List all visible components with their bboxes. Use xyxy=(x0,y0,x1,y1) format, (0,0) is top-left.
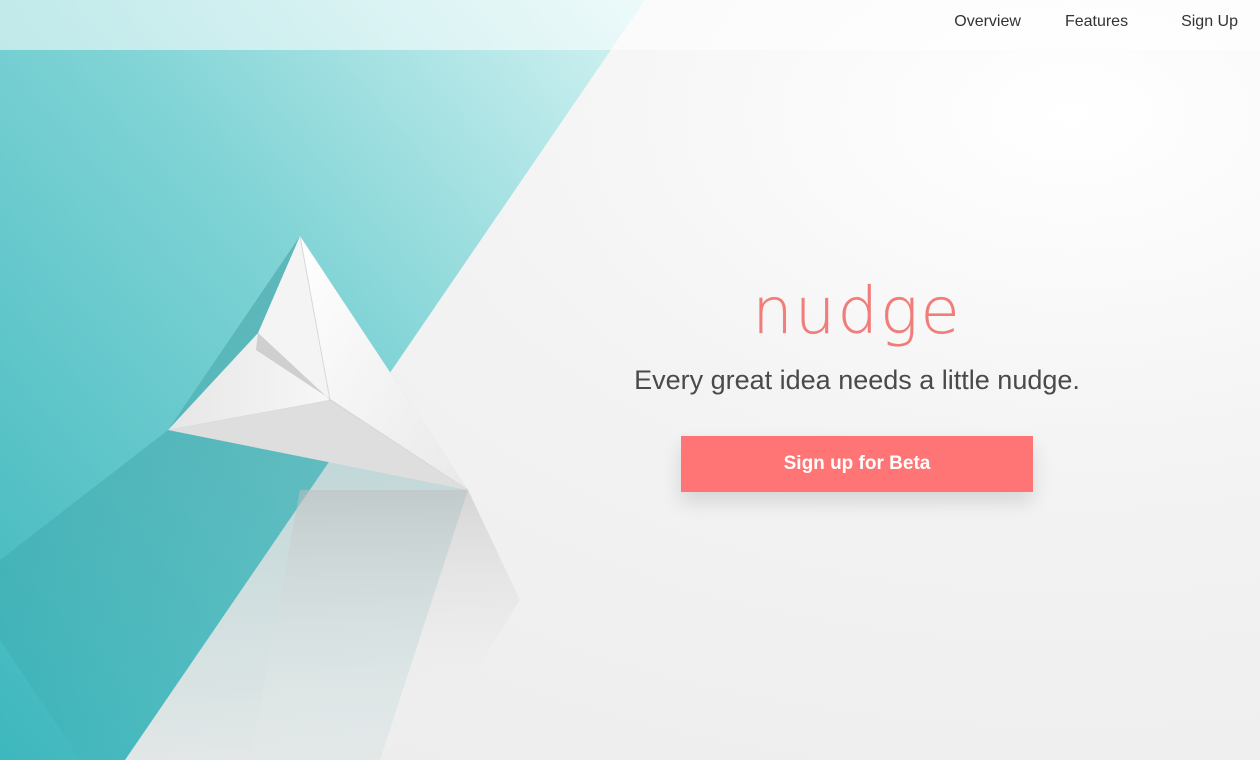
signup-beta-button[interactable]: Sign up for Beta xyxy=(681,436,1033,492)
brand-logo-text: nudge xyxy=(752,275,962,349)
nav-features-link[interactable]: Features xyxy=(1065,13,1128,31)
hero-tagline: Every great idea needs a little nudge. xyxy=(634,365,1080,395)
hero-section: nudge Every great idea needs a little nu… xyxy=(600,270,1114,492)
nav-overview-link[interactable]: Overview xyxy=(954,13,1021,31)
main-nav: Overview Features Sign Up xyxy=(954,0,1260,44)
landing-page: Overview Features Sign Up nudge Every gr… xyxy=(0,0,1260,760)
nav-signup-link[interactable]: Sign Up xyxy=(1181,13,1238,31)
